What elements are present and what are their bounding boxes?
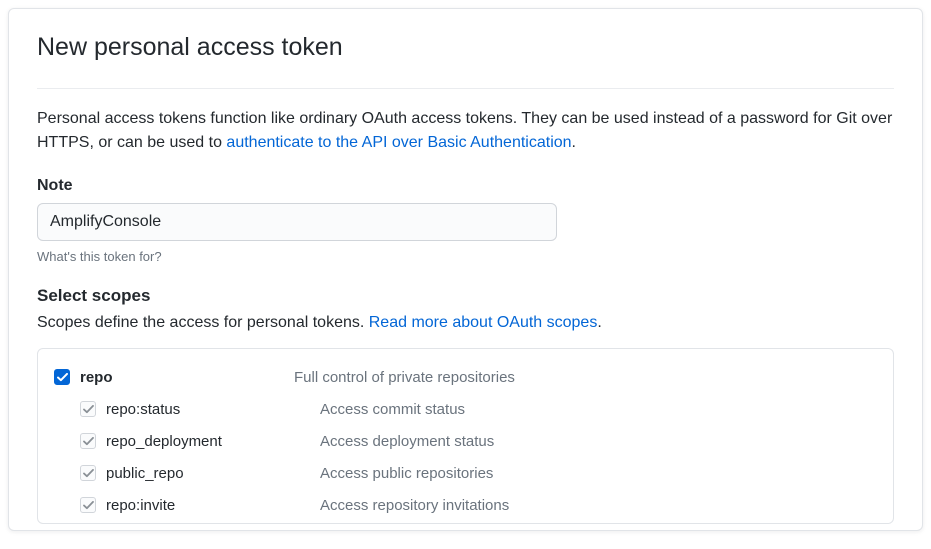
scope-name: repo:invite [106,497,175,514]
note-label: Note [37,177,894,195]
scope-row-public-repo: public_repo Access public repositories [54,459,877,487]
scope-checkbox-repo-deployment[interactable] [80,433,96,449]
scopes-desc-text-1: Scopes define the access for personal to… [37,314,369,331]
scope-name: repo:status [106,401,180,418]
note-hint: What's this token for? [37,249,894,264]
auth-api-link[interactable]: authenticate to the API over Basic Authe… [226,134,571,151]
scopes-description: Scopes define the access for personal to… [37,314,894,332]
scope-row-repo-deployment: repo_deployment Access deployment status [54,427,877,455]
scope-row-repo-invite: repo:invite Access repository invitation… [54,491,877,519]
desc-text-2: . [572,134,576,151]
page-description: Personal access tokens function like ord… [37,107,894,155]
check-icon [83,501,94,510]
scope-row-repo: repo Full control of private repositorie… [54,363,877,391]
token-form-card: New personal access token Personal acces… [8,8,923,531]
scope-checkbox-repo-status[interactable] [80,401,96,417]
scopes-title: Select scopes [37,286,894,306]
scope-row-repo-status: repo:status Access commit status [54,395,877,423]
scope-desc: Access public repositories [320,465,493,482]
scope-checkbox-public-repo[interactable] [80,465,96,481]
oauth-scopes-link[interactable]: Read more about OAuth scopes [369,314,598,331]
check-icon [83,469,94,478]
scope-name: repo_deployment [106,433,222,450]
scope-desc: Access deployment status [320,433,494,450]
scope-list: repo Full control of private repositorie… [37,348,894,524]
scope-desc: Full control of private repositories [294,369,515,386]
page-title: New personal access token [37,33,894,72]
scope-desc: Access repository invitations [320,497,509,514]
scopes-desc-text-2: . [597,314,601,331]
check-icon [83,405,94,414]
note-input[interactable] [37,203,557,241]
check-icon [83,437,94,446]
scope-desc: Access commit status [320,401,465,418]
check-icon [57,373,68,382]
scope-checkbox-repo-invite[interactable] [80,497,96,513]
scope-name: repo [80,369,113,386]
scope-checkbox-repo[interactable] [54,369,70,385]
scope-name: public_repo [106,465,184,482]
divider [37,88,894,89]
